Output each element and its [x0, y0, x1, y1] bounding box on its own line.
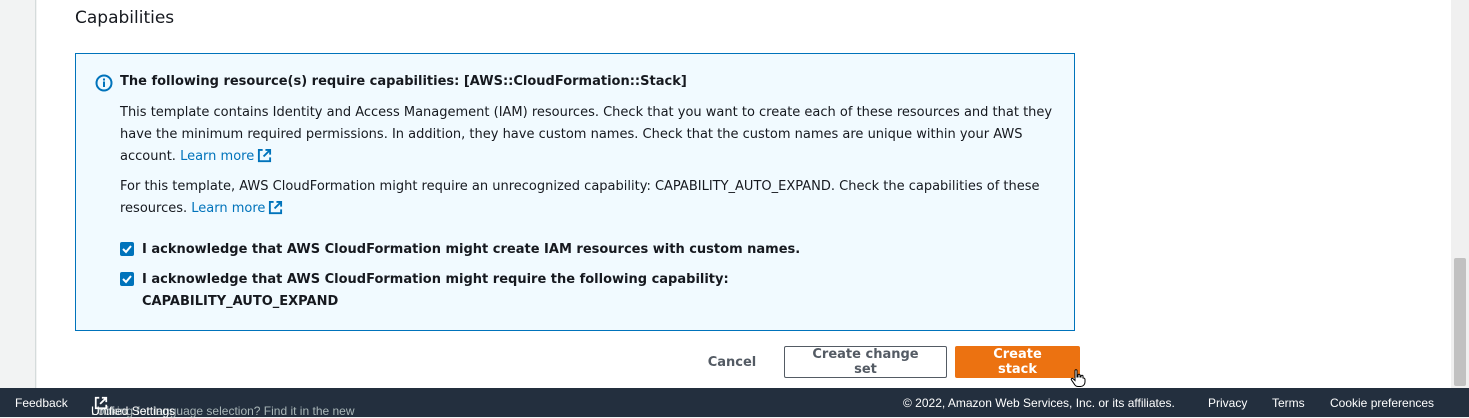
- cancel-button[interactable]: Cancel: [687, 346, 777, 378]
- page-scrollbar[interactable]: [1451, 0, 1469, 388]
- learn-more-label: Learn more: [180, 149, 255, 164]
- terms-link[interactable]: Terms: [1272, 396, 1305, 410]
- create-stack-button[interactable]: Create stack: [955, 346, 1080, 378]
- feedback-link[interactable]: Feedback: [15, 396, 68, 410]
- unified-settings-link[interactable]: Unified Settings: [91, 396, 175, 418]
- checkmark-icon: [122, 245, 132, 254]
- scrollbar-thumb[interactable]: [1454, 258, 1466, 386]
- acknowledge-iam-checkbox-row[interactable]: I acknowledge that AWS CloudFormation mi…: [120, 239, 800, 261]
- cookie-preferences-link[interactable]: Cookie preferences: [1330, 396, 1434, 410]
- footer: Feedback Looking for language selection?…: [0, 388, 1469, 418]
- left-navigation-rail: [0, 0, 36, 388]
- alert-body: This template contains Identity and Acce…: [120, 102, 1060, 228]
- acknowledge-capability-label: I acknowledge that AWS CloudFormation mi…: [142, 272, 729, 287]
- create-change-set-button[interactable]: Create change set: [784, 346, 947, 378]
- capabilities-info-alert: The following resource(s) require capabi…: [75, 53, 1075, 331]
- checkmark-icon: [122, 275, 132, 284]
- auto-expand-paragraph: For this template, AWS CloudFormation mi…: [120, 176, 1060, 220]
- learn-more-link-capabilities[interactable]: Learn more: [191, 200, 283, 216]
- alert-header: The following resource(s) require capabi…: [120, 74, 687, 89]
- copyright-text: © 2022, Amazon Web Services, Inc. or its…: [903, 396, 1175, 410]
- info-icon: [95, 74, 113, 92]
- acknowledge-capability-name: CAPABILITY_AUTO_EXPAND: [142, 294, 339, 309]
- acknowledge-capability-checkbox-row[interactable]: I acknowledge that AWS CloudFormation mi…: [120, 269, 729, 313]
- section-title: Capabilities: [75, 8, 175, 28]
- learn-more-label: Learn more: [191, 201, 266, 216]
- language-prompt: Looking for language selection? Find it …: [91, 396, 355, 418]
- external-link-icon: [258, 148, 272, 163]
- privacy-link[interactable]: Privacy: [1208, 396, 1247, 410]
- learn-more-link-iam[interactable]: Learn more: [180, 148, 272, 164]
- external-link-icon: [269, 200, 283, 215]
- acknowledge-capability-checkbox[interactable]: [120, 272, 134, 286]
- main-content: Capabilities The following resource(s) r…: [37, 0, 1451, 388]
- unified-settings-label: Unified Settings: [91, 404, 176, 418]
- acknowledge-iam-label: I acknowledge that AWS CloudFormation mi…: [142, 242, 801, 257]
- acknowledge-iam-checkbox[interactable]: [120, 242, 134, 256]
- iam-resources-paragraph: This template contains Identity and Acce…: [120, 102, 1060, 168]
